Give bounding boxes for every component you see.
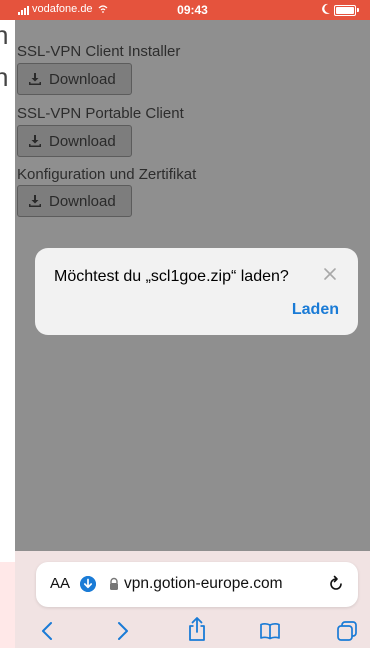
- battery-tip: [357, 8, 359, 12]
- download-dialog: Möchtest du „scl1goe.zip“ laden? Laden: [35, 248, 358, 335]
- download-button-label: Download: [49, 70, 116, 88]
- tabs-icon[interactable]: [336, 620, 358, 642]
- address-bar[interactable]: AA vpn.gotion-europe.com: [36, 562, 358, 607]
- lock-icon: [110, 577, 118, 590]
- section-title-config: Konfiguration und Zertifikat: [17, 166, 197, 183]
- download-icon: [29, 195, 41, 207]
- moon-icon: [322, 3, 330, 14]
- background-page-edge: h n: [0, 0, 15, 648]
- download-button-installer[interactable]: Download: [17, 63, 132, 95]
- download-button-config[interactable]: Download: [17, 185, 132, 217]
- close-icon[interactable]: [322, 266, 338, 282]
- text-size-label: AA: [50, 575, 71, 592]
- reload-icon[interactable]: [326, 574, 346, 594]
- url-text: vpn.gotion-europe.com: [124, 575, 283, 592]
- status-bar: vodafone.de 09:43: [15, 0, 370, 20]
- share-icon[interactable]: [186, 616, 208, 642]
- download-button-label: Download: [49, 192, 116, 210]
- text-size-button[interactable]: AA: [50, 575, 70, 592]
- download-button-label: Download: [49, 132, 116, 150]
- load-button[interactable]: Laden: [292, 301, 339, 319]
- background-text-fragment: n: [0, 62, 9, 92]
- back-icon[interactable]: [37, 620, 59, 642]
- background-bottom-strip: [0, 562, 15, 648]
- section-title-installer: SSL-VPN Client Installer: [17, 43, 181, 60]
- download-icon: [29, 135, 41, 147]
- background-status-strip: [0, 0, 15, 20]
- battery-icon: [334, 5, 356, 16]
- bookmarks-icon[interactable]: [259, 620, 281, 642]
- download-icon: [29, 73, 41, 85]
- phone-screen: vodafone.de 09:43 SSL-VPN Client Install…: [15, 0, 370, 648]
- clock: 09:43: [177, 3, 208, 17]
- download-button-portable[interactable]: Download: [17, 125, 132, 157]
- background-text-fragment: h: [0, 20, 9, 50]
- section-title-portable: SSL-VPN Portable Client: [17, 105, 184, 122]
- downloads-icon[interactable]: [80, 576, 96, 592]
- dialog-message: Möchtest du „scl1goe.zip“ laden?: [54, 268, 289, 285]
- forward-icon[interactable]: [111, 620, 133, 642]
